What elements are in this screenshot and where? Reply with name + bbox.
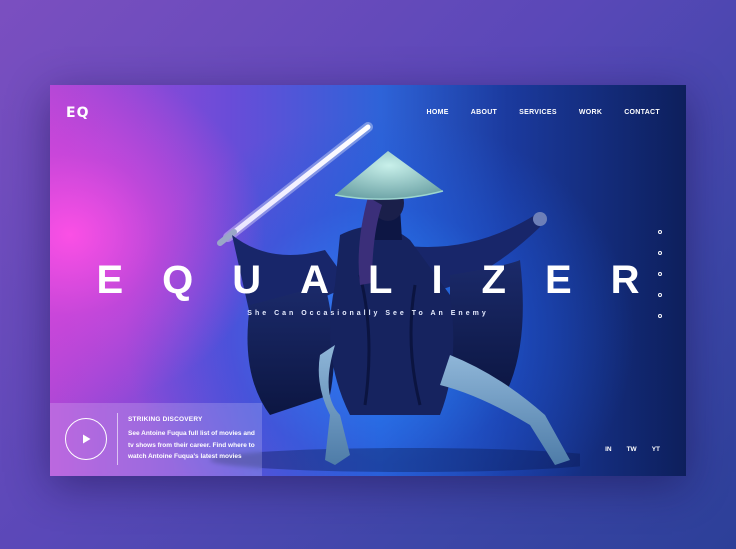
nav-work[interactable]: WORK [579,109,602,116]
play-icon [83,434,91,444]
nav-about[interactable]: ABOUT [471,109,497,116]
social-links: IN TW YT [605,446,660,453]
main-nav: HOME ABOUT SERVICES WORK CONTACT [427,109,660,116]
nav-home[interactable]: HOME [427,109,449,116]
feature-card: STRIKING DISCOVERY See Antoine Fuqua ful… [50,403,262,476]
hero-frame: EQ HOME ABOUT SERVICES WORK CONTACT EQUA… [50,85,686,476]
feature-description: See Antoine Fuqua full list of movies an… [128,430,255,460]
hero-subtitle: She Can Occasionally See To An Enemy [247,310,489,317]
pager-dot[interactable] [658,272,662,276]
social-instagram-link[interactable]: IN [605,446,612,453]
nav-services[interactable]: SERVICES [519,109,557,116]
pager-dot[interactable] [658,293,662,297]
pager-dot[interactable] [658,230,662,234]
play-button[interactable] [65,418,107,460]
social-twitter-link[interactable]: TW [627,446,637,453]
hero-title: EQUALIZER [96,258,679,302]
social-youtube-link[interactable]: YT [652,446,660,453]
card-divider [117,413,118,465]
slide-pager [658,230,662,318]
brand-logo[interactable]: EQ [66,105,89,121]
feature-title: STRIKING DISCOVERY [128,416,203,423]
pager-dot[interactable] [658,314,662,318]
pager-dot[interactable] [658,251,662,255]
nav-contact[interactable]: CONTACT [624,109,660,116]
